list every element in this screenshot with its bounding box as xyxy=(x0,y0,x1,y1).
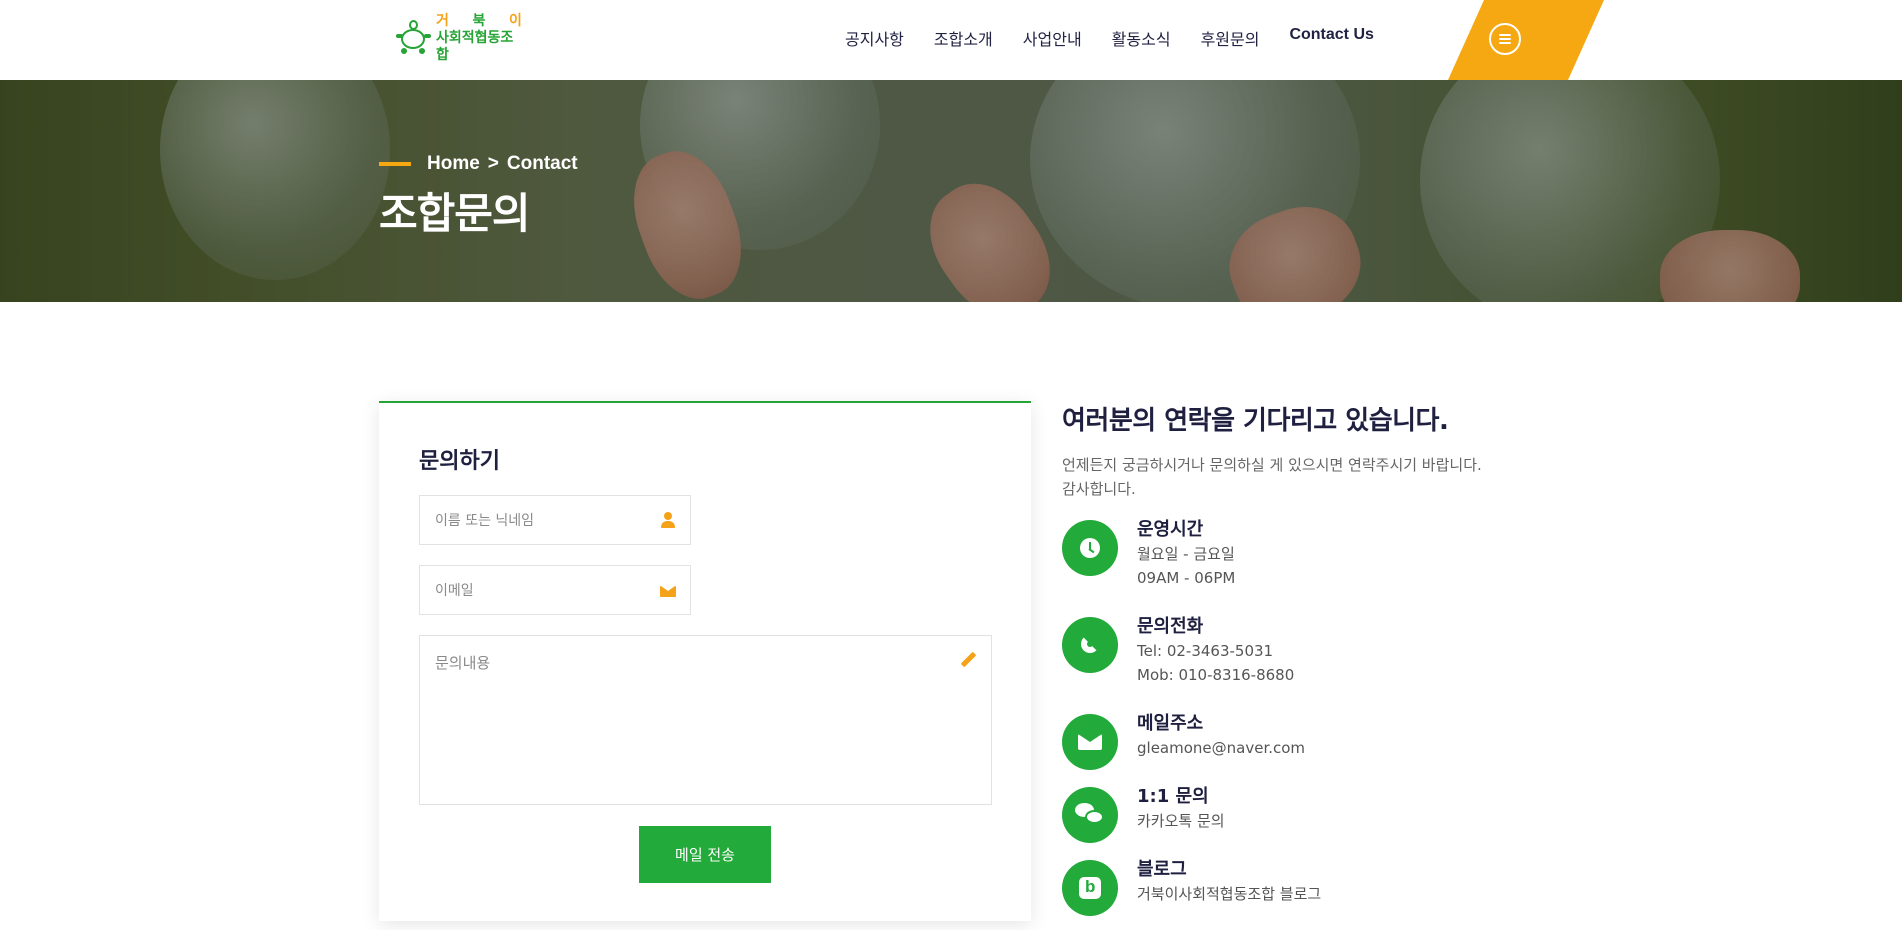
info-blog: 블로그 거북이사회적협동조합 블로그 xyxy=(1062,859,1321,916)
info-label: 문의전화 xyxy=(1137,616,1204,637)
info-value[interactable]: Mob: 010-8316-8680 xyxy=(1137,663,1294,687)
info-label: 1:1 문의 xyxy=(1137,786,1209,807)
blog-icon xyxy=(1079,877,1101,899)
logo-subtext: 사회적협동조합 xyxy=(435,29,514,63)
hours-icon-circle xyxy=(1062,520,1118,576)
blog-icon-circle xyxy=(1062,860,1118,916)
info-value[interactable]: Tel: 02-3463-5031 xyxy=(1137,639,1294,663)
chat-icon xyxy=(1075,803,1105,827)
breadcrumb-separator: > xyxy=(487,153,499,174)
site-logo[interactable]: 거 북 이 사회적협동조합 xyxy=(396,13,526,63)
nav-item-donation[interactable]: 후원문의 xyxy=(1201,26,1260,50)
breadcrumb-accent xyxy=(379,162,411,166)
breadcrumb-home-link[interactable]: Home xyxy=(427,153,480,175)
logo-char: 북 xyxy=(472,12,486,29)
logo-char: 거 xyxy=(435,12,449,29)
contact-form-card: 문의하기 이름 또는 닉네임 이메일 문의내용 메일 전송 xyxy=(379,401,1031,921)
contact-description: 언제든지 궁금하시거나 문의하실 게 있으시면 연락주시기 바랍니다. 감사합니… xyxy=(1062,453,1542,501)
clock-icon xyxy=(1080,538,1100,558)
name-placeholder: 이름 또는 닉네임 xyxy=(435,513,535,529)
info-label: 블로그 xyxy=(1137,859,1187,880)
send-mail-button[interactable]: 메일 전송 xyxy=(639,826,771,883)
breadcrumb: Home > Contact xyxy=(379,153,578,175)
info-value[interactable]: gleamone@naver.com xyxy=(1137,736,1305,760)
page-hero-banner: Home > Contact 조합문의 xyxy=(0,80,1902,302)
turtle-logo-icon xyxy=(396,20,431,56)
info-link[interactable]: 카카오톡 문의 xyxy=(1137,809,1225,833)
info-hours: 운영시간 월요일 - 금요일 09AM - 06PM xyxy=(1062,519,1236,590)
nav-item-news[interactable]: 활동소식 xyxy=(1112,26,1171,50)
info-chat: 1:1 문의 카카오톡 문의 xyxy=(1062,786,1225,843)
header-accent-shape xyxy=(1448,0,1604,80)
phone-icon-circle xyxy=(1062,617,1118,673)
site-header: 거 북 이 사회적협동조합 공지사항 조합소개 사업안내 활동소식 후원문의 C… xyxy=(0,0,1902,80)
message-textarea[interactable]: 문의내용 xyxy=(419,635,992,805)
info-value: 월요일 - 금요일 xyxy=(1137,545,1235,563)
user-icon xyxy=(660,512,676,528)
pencil-icon xyxy=(960,652,976,668)
email-input[interactable]: 이메일 xyxy=(419,565,691,615)
contact-info: 여러분의 연락을 기다리고 있습니다. 언제든지 궁금하시거나 문의하실 게 있… xyxy=(1062,400,1542,916)
menu-toggle-button[interactable] xyxy=(1489,23,1521,55)
nav-item-notice[interactable]: 공지사항 xyxy=(845,26,904,50)
contact-description-line: 감사합니다. xyxy=(1062,480,1136,498)
info-value: 09AM - 06PM xyxy=(1137,569,1236,587)
logo-char: 이 xyxy=(509,12,522,29)
envelope-icon xyxy=(1078,734,1102,750)
contact-description-line: 언제든지 궁금하시거나 문의하실 게 있으시면 연락주시기 바랍니다. xyxy=(1062,456,1482,474)
breadcrumb-current: Contact xyxy=(506,153,578,174)
main-nav: 공지사항 조합소개 사업안내 활동소식 후원문의 Contact Us xyxy=(845,26,1374,50)
info-label: 운영시간 xyxy=(1137,519,1204,540)
info-phone: 문의전화 Tel: 02-3463-5031 Mob: 010-8316-868… xyxy=(1062,616,1294,687)
info-label: 메일주소 xyxy=(1137,713,1204,734)
info-link[interactable]: 거북이사회적협동조합 블로그 xyxy=(1137,882,1321,906)
nav-item-about[interactable]: 조합소개 xyxy=(934,26,993,50)
name-input[interactable]: 이름 또는 닉네임 xyxy=(419,495,691,545)
envelope-icon xyxy=(660,585,676,597)
page-title: 조합문의 xyxy=(379,189,531,238)
nav-item-business[interactable]: 사업안내 xyxy=(1023,26,1082,50)
form-title: 문의하기 xyxy=(419,449,500,474)
email-icon-circle xyxy=(1062,714,1118,770)
nav-item-contact[interactable]: Contact Us xyxy=(1289,26,1373,50)
contact-title: 여러분의 연락을 기다리고 있습니다. xyxy=(1062,406,1449,436)
message-placeholder: 문의내용 xyxy=(435,654,491,672)
phone-icon xyxy=(1079,633,1101,657)
email-placeholder: 이메일 xyxy=(435,583,474,599)
info-email: 메일주소 gleamone@naver.com xyxy=(1062,713,1305,770)
chat-icon-circle xyxy=(1062,787,1118,843)
hamburger-icon xyxy=(1499,34,1511,44)
